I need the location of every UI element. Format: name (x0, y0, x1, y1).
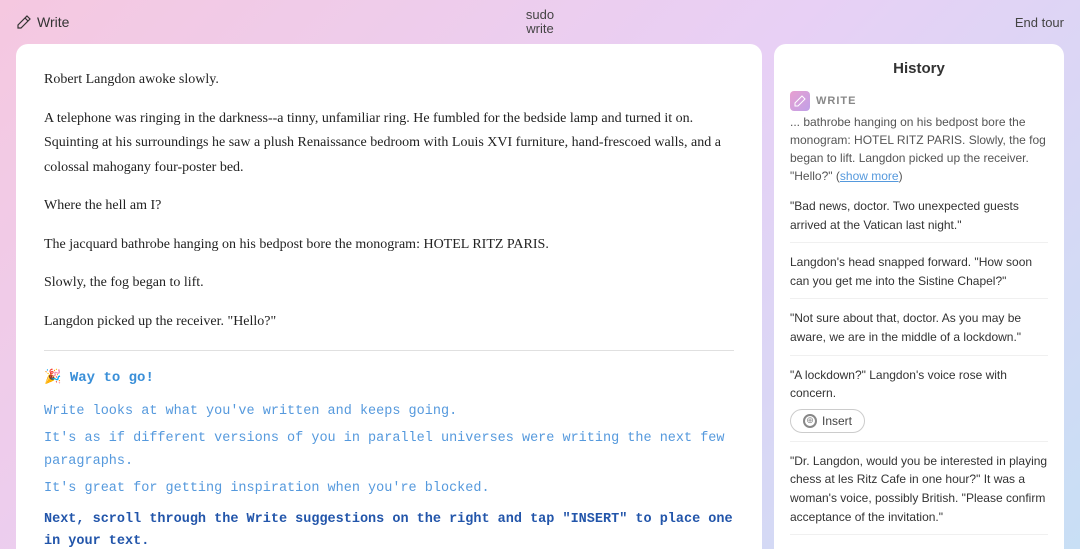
history-title: History (790, 60, 1048, 77)
history-entry-2: "Not sure about that, doctor. As you may… (790, 309, 1048, 355)
paragraph-2: A telephone was ringing in the darkness-… (44, 107, 734, 181)
header-left: Write (16, 14, 69, 30)
write-badge-label: WRITE (816, 95, 856, 107)
write-button-label: Write (37, 14, 69, 30)
editor-text: Robert Langdon awoke slowly. A telephone… (44, 68, 734, 334)
history-excerpt: ... bathrobe hanging on his bedpost bore… (790, 113, 1048, 185)
suggestion-line-1: Write looks at what you've written and k… (44, 401, 734, 424)
history-entry-4: "Dr. Langdon, would you be interested in… (790, 452, 1048, 535)
history-write-entry: WRITE ... bathrobe hanging on his bedpos… (790, 91, 1048, 187)
history-panel: History WRITE ... bathrobe hanging on hi… (774, 44, 1064, 549)
paragraph-6: Langdon picked up the receiver. "Hello?" (44, 310, 734, 335)
suggestion-area: 🎉 Way to go! Write looks at what you've … (44, 367, 734, 549)
logo-write: write (526, 22, 554, 36)
paragraph-3: Where the hell am I? (44, 194, 734, 219)
paragraph-5: Slowly, the fog began to lift. (44, 271, 734, 296)
history-entry-1: Langdon's head snapped forward. "How soo… (790, 253, 1048, 299)
history-entry-0: "Bad news, doctor. Two unexpected guests… (790, 197, 1048, 243)
end-tour-button[interactable]: End tour (1015, 15, 1064, 30)
insert-button-1[interactable]: ⊕ Insert (790, 409, 865, 433)
suggestion-header: 🎉 Way to go! (44, 367, 734, 391)
header: Write sudo write End tour (0, 0, 1080, 44)
way-to-go-label: 🎉 Way to go! (44, 367, 154, 391)
write-button[interactable]: Write (16, 14, 69, 30)
main-content: Robert Langdon awoke slowly. A telephone… (0, 44, 1080, 549)
suggestion-line-3: It's great for getting inspiration when … (44, 478, 734, 501)
editor-panel[interactable]: Robert Langdon awoke slowly. A telephone… (16, 44, 762, 549)
write-icon (794, 95, 806, 107)
insert-icon-1: ⊕ (803, 414, 817, 428)
show-more-link[interactable]: show more (840, 169, 899, 183)
divider (44, 350, 734, 351)
logo-sudo: sudo (526, 8, 554, 22)
write-badge-icon (790, 91, 810, 111)
suggestion-line-2: It's as if different versions of you in … (44, 428, 734, 474)
pencil-icon (16, 14, 32, 30)
history-entry-5: "Who is this?" Langdon asked, irritably. (790, 545, 1048, 549)
write-badge-row: WRITE (790, 91, 1048, 111)
logo: sudo write (526, 8, 554, 37)
paragraph-1: Robert Langdon awoke slowly. (44, 68, 734, 93)
paragraph-4: The jacquard bathrobe hanging on his bed… (44, 233, 734, 258)
suggestion-bold: Next, scroll through the Write suggestio… (44, 509, 734, 549)
history-entry-3: "A lockdown?" Langdon's voice rose with … (790, 366, 1048, 442)
